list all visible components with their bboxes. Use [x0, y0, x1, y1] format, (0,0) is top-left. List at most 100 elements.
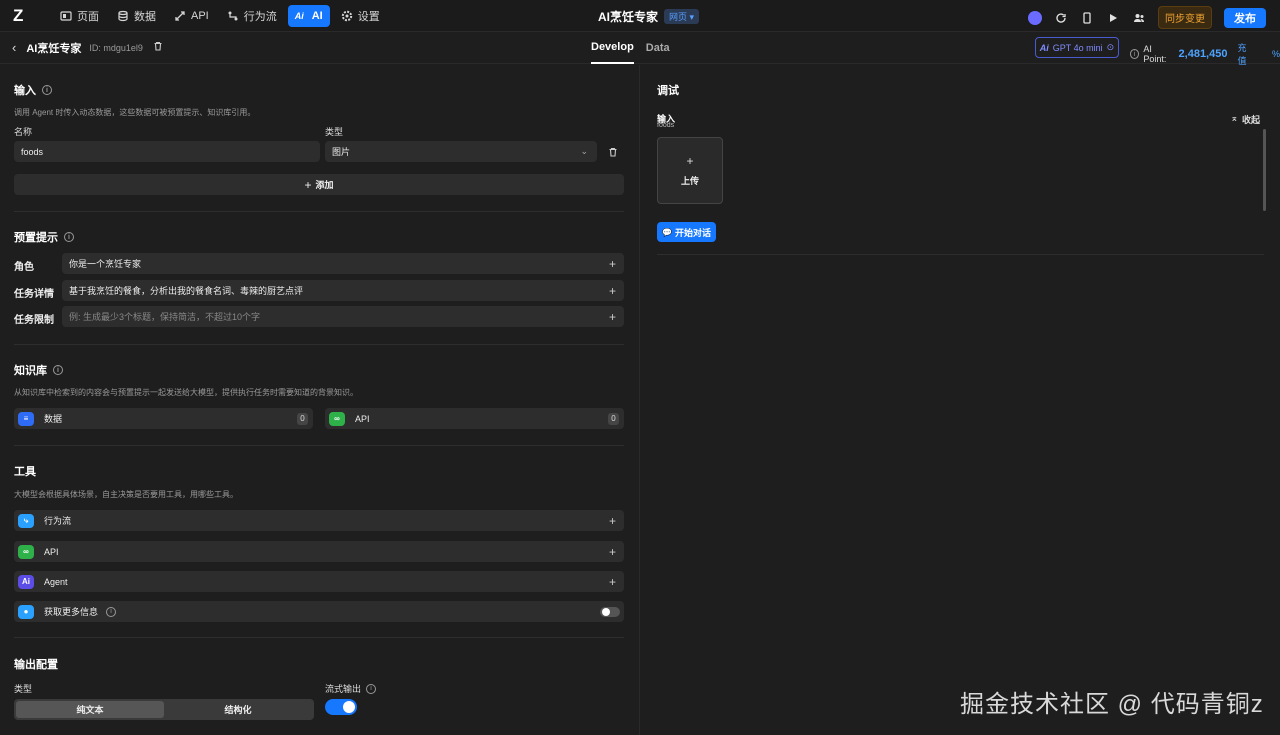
link-icon: ∞	[18, 544, 34, 559]
info-icon[interactable]: i	[64, 232, 74, 242]
info-icon[interactable]: i	[42, 85, 52, 95]
nav-label: 设置	[357, 10, 380, 23]
user-avatar[interactable]	[1028, 10, 1042, 25]
role-value: 你是一个烹饪专家	[69, 259, 142, 269]
model-selector[interactable]: Ai GPT 4o mini ⊙	[1035, 37, 1119, 58]
kb-item-count: 0	[608, 412, 619, 425]
tab-data[interactable]: Data	[646, 32, 670, 64]
top-nav-bar: Z 页面 数据 API 行为流 Ai AI 设置 AI烹饪专家 网页 ▾ 同步变…	[0, 0, 1280, 32]
plus-icon[interactable]: +	[609, 284, 616, 298]
section-title-text: 知识库	[14, 365, 47, 377]
variable-type-select[interactable]: 图片 ⌄	[325, 141, 597, 162]
output-type-structured[interactable]: 结构化	[164, 701, 312, 718]
plus-icon[interactable]: +	[609, 310, 616, 324]
tab-develop[interactable]: Develop	[591, 32, 634, 64]
env-dropdown[interactable]: 网页 ▾	[664, 9, 700, 24]
section-title-text: 输出配置	[14, 659, 58, 671]
role-input[interactable]: 你是一个烹饪专家 +	[62, 253, 624, 274]
nav-item-flow[interactable]: 行为流	[220, 5, 284, 27]
task-detail-value: 基于我烹饪的餐食，分析出我的餐食名词、毒辣的厨艺点评	[69, 286, 304, 296]
task-limit-input[interactable]: 例: 生成最少3个标题，保持简洁，不超过10个字 +	[62, 306, 624, 327]
agent-name: AI烹饪专家	[26, 42, 82, 55]
divider	[14, 211, 624, 212]
delete-variable-icon[interactable]	[608, 146, 618, 160]
app-title: AI烹饪专家	[598, 10, 659, 24]
upload-label: 上传	[680, 176, 699, 186]
nav-item-ai[interactable]: Ai AI	[287, 4, 330, 27]
divider	[657, 254, 1264, 255]
chat-bubble-icon: 💬	[662, 227, 672, 237]
kb-item-data[interactable]: ≡ 数据 0	[14, 408, 313, 429]
collapse-button[interactable]: ⌅ 收起	[1230, 113, 1260, 126]
play-icon[interactable]	[1106, 11, 1120, 25]
tool-item-agent[interactable]: Ai Agent +	[14, 571, 624, 592]
divider	[14, 637, 624, 638]
delete-agent-icon[interactable]	[153, 41, 163, 54]
plus-icon[interactable]: +	[609, 575, 616, 589]
variable-type-value: 图片	[332, 147, 351, 157]
more-info-toggle[interactable]	[600, 606, 620, 617]
type-column-label: 类型	[325, 127, 344, 137]
config-panel: 输入 i 调用 Agent 时传入动态数据，这些数据可被预置提示、知识库引用。 …	[0, 65, 640, 735]
nav-label: 行为流	[243, 10, 277, 23]
nav-label: 页面	[77, 10, 99, 23]
database-icon: ≡	[18, 411, 34, 426]
back-arrow-icon[interactable]: ‹	[12, 40, 16, 55]
stream-output-toggle[interactable]	[325, 699, 357, 715]
agent-header: ‹ AI烹饪专家 ID: mdgu1el9 Develop Data Ai GP…	[0, 32, 1280, 67]
section-title-text: 输入	[14, 85, 36, 97]
flow-icon: ⤷	[18, 513, 34, 528]
info-icon[interactable]: i	[366, 683, 377, 694]
info-icon[interactable]: i	[106, 606, 117, 617]
variable-name-input[interactable]: foods	[14, 141, 320, 162]
upload-image-button[interactable]: + 上传	[657, 137, 723, 204]
tool-item-label: 行为流	[44, 516, 72, 526]
sync-changes-button[interactable]: 同步变更	[1158, 6, 1212, 29]
task-detail-label: 任务详情	[14, 289, 54, 300]
tool-item-api[interactable]: ∞ API +	[14, 541, 624, 562]
app-logo[interactable]: Z	[13, 6, 31, 25]
tool-item-label: 获取更多信息	[44, 607, 99, 617]
publish-button[interactable]: 发布	[1224, 7, 1266, 28]
kb-item-api[interactable]: ∞ API 0	[325, 408, 624, 429]
nav-label: AI	[311, 9, 323, 22]
tool-item-label: API	[44, 546, 59, 557]
collapse-label: 收起	[1241, 115, 1260, 125]
nav-item-pages[interactable]: 页面	[53, 5, 106, 27]
plus-icon[interactable]: +	[609, 545, 616, 559]
output-type-plain-text[interactable]: 纯文本	[16, 701, 164, 718]
nav-item-settings[interactable]: 设置	[334, 5, 387, 27]
percent-toggle[interactable]: %	[1272, 49, 1280, 59]
chevron-down-icon: ⌄	[580, 146, 588, 156]
database-icon	[117, 10, 129, 22]
tool-item-more-info: ● 获取更多信息 i	[14, 601, 624, 622]
tool-item-flow[interactable]: ⤷ 行为流 +	[14, 510, 624, 531]
recharge-link[interactable]: 充值	[1237, 41, 1254, 67]
tools-section-title: 工具	[14, 463, 36, 479]
tools-section-description: 大模型会根据具体场景，自主决策是否要用工具，用哪些工具。	[14, 490, 238, 499]
refresh-icon[interactable]	[1054, 11, 1068, 25]
stream-output-label: 流式输出 i	[325, 682, 377, 695]
add-label: 添加	[315, 180, 334, 190]
preset-section-title: 预置提示 i	[14, 229, 74, 245]
plus-icon[interactable]: +	[609, 514, 616, 528]
scrollbar[interactable]	[1263, 129, 1266, 211]
plus-icon[interactable]: +	[609, 257, 616, 271]
sync-label: 同步变更	[1165, 14, 1205, 25]
task-detail-input[interactable]: 基于我烹饪的餐食，分析出我的餐食名词、毒辣的厨艺点评 +	[62, 280, 624, 301]
nav-item-data[interactable]: 数据	[110, 5, 163, 27]
nav-item-api[interactable]: API	[167, 5, 216, 27]
ai-point-area: i AI Point: 2,481,450 充值 %	[1130, 41, 1280, 67]
users-icon[interactable]	[1132, 11, 1146, 25]
info-icon[interactable]: i	[53, 365, 63, 375]
output-type-label: 类型	[14, 684, 33, 694]
add-variable-button[interactable]: + 添加	[14, 174, 624, 195]
debug-panel: 调试 输入 foods ⌅ 收起 + 上传 💬 开始对话	[641, 65, 1280, 735]
main-nav: 页面 数据 API 行为流 Ai AI 设置	[53, 4, 387, 27]
start-chat-button[interactable]: 💬 开始对话	[657, 222, 716, 242]
mobile-preview-icon[interactable]	[1080, 11, 1094, 25]
task-limit-placeholder: 例: 生成最少3个标题，保持简洁，不超过10个字	[69, 312, 261, 322]
ai-point-label: AI Point:	[1143, 44, 1167, 64]
page-icon	[60, 10, 72, 22]
divider	[14, 344, 624, 345]
